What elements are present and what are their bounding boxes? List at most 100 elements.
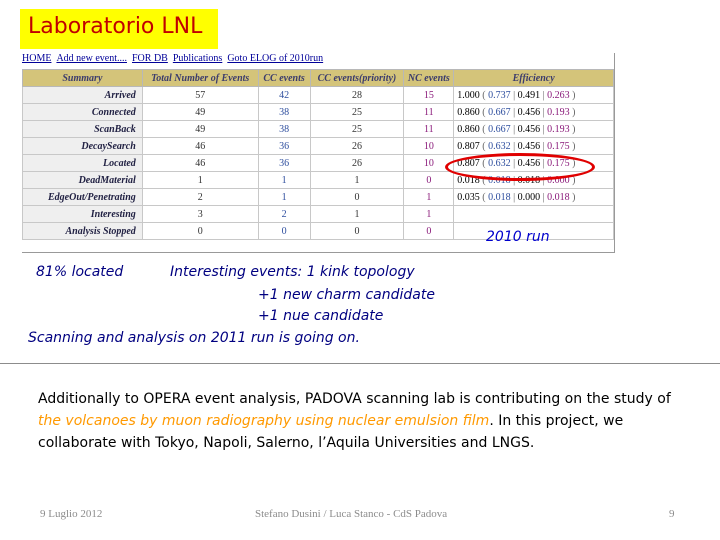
eff-paren-close: ) (569, 89, 576, 101)
eff-cc: 0.667 (488, 106, 511, 118)
cell-cc-priority: 1 (309, 205, 405, 223)
cell-cc: 38 (257, 103, 311, 121)
eff-paren-open: ( (479, 140, 489, 152)
cell-cc: 0 (257, 222, 311, 240)
cell-cc: 36 (257, 137, 311, 155)
cell-nc: 1 (403, 188, 455, 206)
paragraph-highlight: the volcanoes by muon radiography using … (38, 413, 490, 429)
table-header-row: Summary Total Number of Events CC events… (22, 69, 614, 87)
cell-cc: 42 (257, 86, 311, 104)
footer-date: 9 Luglio 2012 (40, 508, 103, 520)
cell-cc: 38 (257, 120, 311, 138)
cell-total: 2 (141, 188, 259, 206)
cell-total: 46 (141, 137, 259, 155)
eff-cc-priority: 0.000 (517, 191, 541, 203)
eff-cc: 0.667 (488, 123, 511, 135)
header-cc-priority: CC events(priority) (309, 69, 405, 87)
eff-cc: 0.632 (488, 140, 511, 152)
cell-cc-priority: 26 (309, 137, 405, 155)
table-row: DecaySearch 46 36 26 10 0.807 ( 0.632 | 0.456… (22, 137, 614, 155)
eff-paren-close: ) (569, 191, 576, 203)
scanning-note: Scanning and analysis on 2011 run is goi… (28, 330, 360, 346)
cell-nc: 10 (403, 137, 455, 155)
row-label: Connected (22, 103, 143, 121)
eff-nc: 0.018 (547, 191, 570, 203)
eff-cc: 0.018 (488, 191, 511, 203)
nav-link-publications[interactable]: Publications (173, 53, 222, 64)
cell-cc-priority: 25 (309, 103, 405, 121)
cell-nc: 0 (403, 171, 455, 189)
body-paragraph: Additionally to OPERA event analysis, PA… (38, 388, 678, 454)
eff-total: 0.035 (457, 191, 480, 203)
cell-cc: 1 (257, 171, 311, 189)
table-row: Interesting 3 2 1 1 (22, 205, 614, 223)
cell-efficiency (453, 205, 614, 223)
cell-cc-priority: 0 (309, 222, 405, 240)
cell-total: 57 (141, 86, 259, 104)
eff-paren-open: ( (479, 89, 489, 101)
eff-total: 1.000 (457, 89, 480, 101)
cell-cc: 1 (257, 188, 311, 206)
cell-efficiency: 0.035 ( 0.018 | 0.000 | 0.018 ) (453, 188, 614, 206)
cell-nc: 11 (403, 120, 455, 138)
eff-sep: | (510, 89, 518, 101)
eff-sep: | (510, 123, 518, 135)
nav-link-add-event[interactable]: Add new event.... (56, 53, 127, 64)
cell-cc-priority: 26 (309, 154, 405, 172)
eff-cc-priority: 0.456 (517, 123, 541, 135)
row-label: Analysis Stopped (22, 222, 143, 240)
row-label: ScanBack (22, 120, 143, 138)
slide-title: Laboratorio LNL (28, 14, 203, 39)
header-nc: NC events (403, 69, 455, 87)
eff-total: 0.860 (457, 123, 480, 135)
row-label: Located (22, 154, 143, 172)
cell-nc: 15 (403, 86, 455, 104)
nav-bar: HOME Add new event.... FOR DB Publications G… (22, 53, 328, 67)
cell-cc-priority: 25 (309, 120, 405, 138)
cell-cc-priority: 28 (309, 86, 405, 104)
run-label: 2010 run (486, 229, 550, 245)
eff-nc: 0.193 (547, 123, 570, 135)
nav-link-home[interactable]: HOME (22, 53, 51, 64)
cell-total: 49 (141, 103, 259, 121)
paragraph-part-1: Additionally to OPERA event analysis, PA… (38, 391, 671, 407)
row-label: Arrived (22, 86, 143, 104)
interesting-line-1: Interesting events: 1 kink topology (170, 264, 415, 280)
eff-cc: 0.737 (488, 89, 511, 101)
header-cc: CC events (257, 69, 311, 87)
header-summary: Summary (22, 69, 143, 87)
eff-sep: | (510, 191, 518, 203)
table-row: EdgeOut/Penetrating 2 1 0 1 0.035 ( 0.018 | 0… (22, 188, 614, 206)
nav-link-elog[interactable]: Goto ELOG of 2010run (227, 53, 323, 64)
cell-efficiency: 0.860 ( 0.667 | 0.456 | 0.193 ) (453, 120, 614, 138)
eff-total: 0.860 (457, 106, 480, 118)
cell-total: 3 (141, 205, 259, 223)
eff-paren-open: ( (479, 191, 489, 203)
eff-nc: 0.193 (547, 106, 570, 118)
eff-paren-close: ) (569, 140, 576, 152)
row-label: Interesting (22, 205, 143, 223)
cell-cc-priority: 0 (309, 188, 405, 206)
table-row: Arrived 57 42 28 15 1.000 ( 0.737 | 0.491 | 0… (22, 86, 614, 104)
cell-efficiency: 1.000 ( 0.737 | 0.491 | 0.263 ) (453, 86, 614, 104)
footer-authors: Stefano Dusini / Luca Stanco - CdS Padov… (255, 508, 448, 520)
eff-paren-close: ) (569, 123, 576, 135)
eff-total: 0.807 (457, 140, 480, 152)
nav-link-for-db[interactable]: FOR DB (132, 53, 168, 64)
eff-cc-priority: 0.456 (517, 140, 541, 152)
cell-total: 1 (141, 171, 259, 189)
cell-cc-priority: 1 (309, 171, 405, 189)
row-label: DecaySearch (22, 137, 143, 155)
header-efficiency: Efficiency (453, 69, 614, 87)
interesting-line-3: +1 nue candidate (258, 308, 384, 324)
cell-cc: 36 (257, 154, 311, 172)
cell-total: 49 (141, 120, 259, 138)
eff-paren-open: ( (479, 123, 489, 135)
eff-paren-open: ( (479, 106, 489, 118)
table-row: ScanBack 49 38 25 11 0.860 ( 0.667 | 0.456 | … (22, 120, 614, 138)
eff-cc-priority: 0.491 (517, 89, 541, 101)
cell-efficiency: 0.860 ( 0.667 | 0.456 | 0.193 ) (453, 103, 614, 121)
eff-nc: 0.175 (547, 140, 570, 152)
row-label: EdgeOut/Penetrating (22, 188, 143, 206)
eff-sep: | (510, 106, 518, 118)
